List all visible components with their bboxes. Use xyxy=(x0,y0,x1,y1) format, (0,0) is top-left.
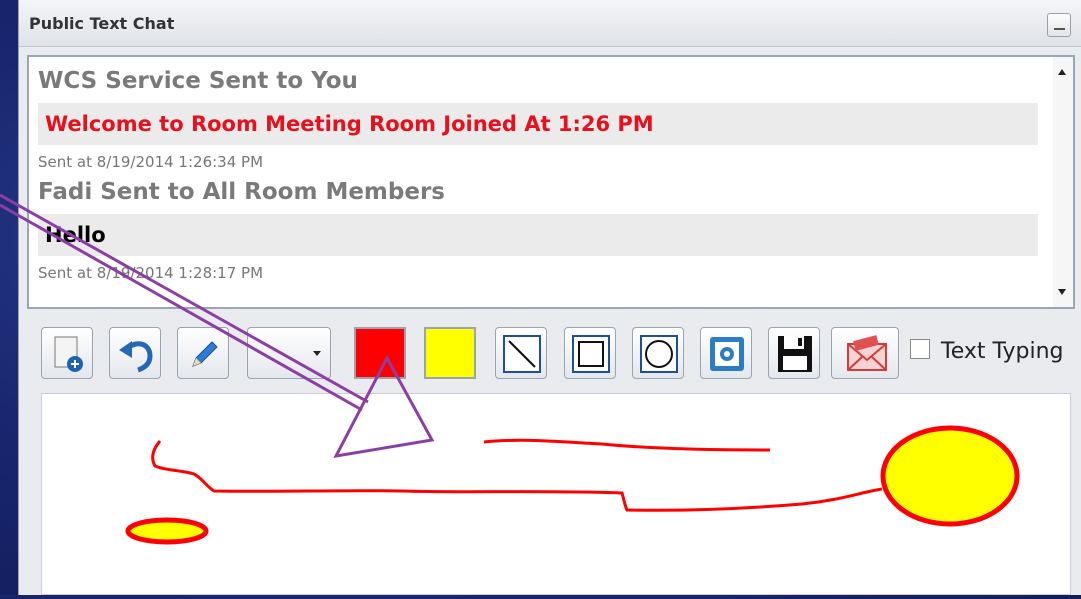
message-body: Welcome to Room Meeting Room Joined At 1… xyxy=(38,103,1038,145)
snapshot-button[interactable] xyxy=(700,327,752,379)
save-button[interactable] xyxy=(768,327,820,379)
chat-scrollbar[interactable] xyxy=(1053,57,1073,307)
line-icon xyxy=(503,335,541,373)
chat-log[interactable]: WCS Service Sent to You Welcome to Room … xyxy=(27,55,1075,309)
line-tool-button[interactable] xyxy=(495,327,547,379)
ellipse-shape xyxy=(125,517,209,545)
undo-button[interactable] xyxy=(109,327,161,379)
minimize-icon xyxy=(1054,28,1065,30)
title-bar: Public Text Chat xyxy=(19,0,1081,47)
line-width-dropdown[interactable] xyxy=(247,327,331,379)
text-typing-checkbox[interactable] xyxy=(910,339,930,359)
rectangle-icon xyxy=(572,335,610,373)
page-add-icon xyxy=(54,336,83,372)
freehand-stroke xyxy=(483,438,771,452)
ellipse-tool-button[interactable] xyxy=(632,327,684,379)
message-timestamp: Sent at 8/19/2014 1:28:17 PM xyxy=(38,264,264,282)
scroll-down-icon[interactable] xyxy=(1058,289,1066,295)
message-sender: Fadi Sent to All Room Members xyxy=(38,179,445,205)
panel-title: Public Text Chat xyxy=(29,14,175,33)
fill-color-swatch[interactable] xyxy=(424,327,476,379)
scroll-up-icon[interactable] xyxy=(1058,69,1066,75)
text-typing-label: Text Typing xyxy=(941,339,1064,364)
pencil-button[interactable] xyxy=(177,327,229,379)
pencil-icon xyxy=(192,341,218,367)
message-body: Hello xyxy=(38,214,1038,256)
ellipse-shape xyxy=(880,425,1020,527)
floppy-disk-icon xyxy=(778,336,812,372)
ellipse-icon xyxy=(640,335,678,373)
minimize-button[interactable] xyxy=(1047,13,1071,37)
envelope-icon xyxy=(847,335,887,371)
whiteboard-canvas[interactable] xyxy=(41,393,1071,595)
whiteboard-drawing xyxy=(125,425,1020,545)
stroke-color-swatch[interactable] xyxy=(354,327,406,379)
public-chat-panel: Public Text Chat WCS Service Sent to You… xyxy=(18,0,1081,595)
send-button[interactable] xyxy=(831,327,899,379)
message-timestamp: Sent at 8/19/2014 1:26:34 PM xyxy=(38,153,264,171)
undo-icon xyxy=(119,341,153,373)
message-sender: WCS Service Sent to You xyxy=(38,68,358,94)
camera-icon xyxy=(710,337,744,371)
chevron-down-icon xyxy=(313,351,321,356)
new-board-button[interactable] xyxy=(41,327,93,379)
message-text: Hello xyxy=(45,223,106,247)
message-text: Welcome to Room Meeting Room Joined At 1… xyxy=(45,112,654,136)
rectangle-tool-button[interactable] xyxy=(564,327,616,379)
freehand-stroke xyxy=(151,440,883,512)
whiteboard-toolbar: Text Typing xyxy=(19,322,1081,382)
